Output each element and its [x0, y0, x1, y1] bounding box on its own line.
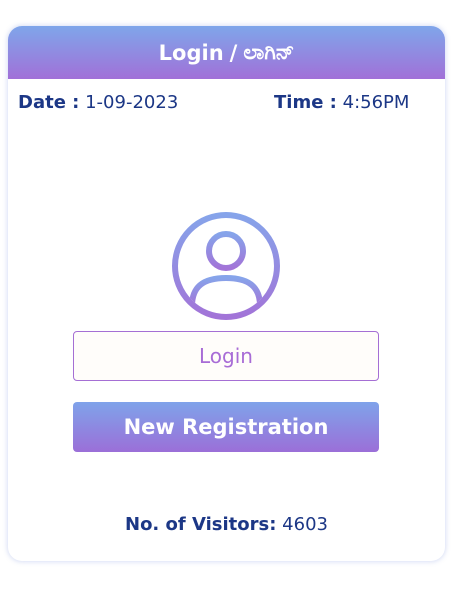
time-value: 4:56PM	[342, 92, 410, 113]
visitors-counter: No. of Visitors: 4603	[8, 514, 445, 535]
header-title-kannada: ಲಾಗಿನ್	[243, 40, 295, 64]
card-header: Login / ಲಾಗಿನ್	[8, 26, 445, 79]
time-info: Time : 4:56PM	[274, 92, 409, 113]
login-button[interactable]: Login	[73, 331, 379, 381]
date-time-row: Date : 1-09-2023 Time : 4:56PM	[18, 92, 438, 118]
time-label: Time :	[274, 92, 337, 113]
login-card: Login / ಲಾಗಿನ್ Date : 1-09-2023 Time : 4…	[8, 26, 445, 561]
date-label: Date :	[18, 92, 80, 113]
visitors-count: 4603	[282, 514, 328, 535]
date-info: Date : 1-09-2023	[18, 92, 178, 113]
header-title-english: Login	[158, 40, 224, 65]
header-separator: /	[229, 40, 238, 65]
visitors-label: No. of Visitors:	[125, 514, 277, 535]
user-circle-icon	[170, 210, 282, 322]
new-registration-button[interactable]: New Registration	[73, 402, 379, 452]
date-value: 1-09-2023	[85, 92, 179, 113]
